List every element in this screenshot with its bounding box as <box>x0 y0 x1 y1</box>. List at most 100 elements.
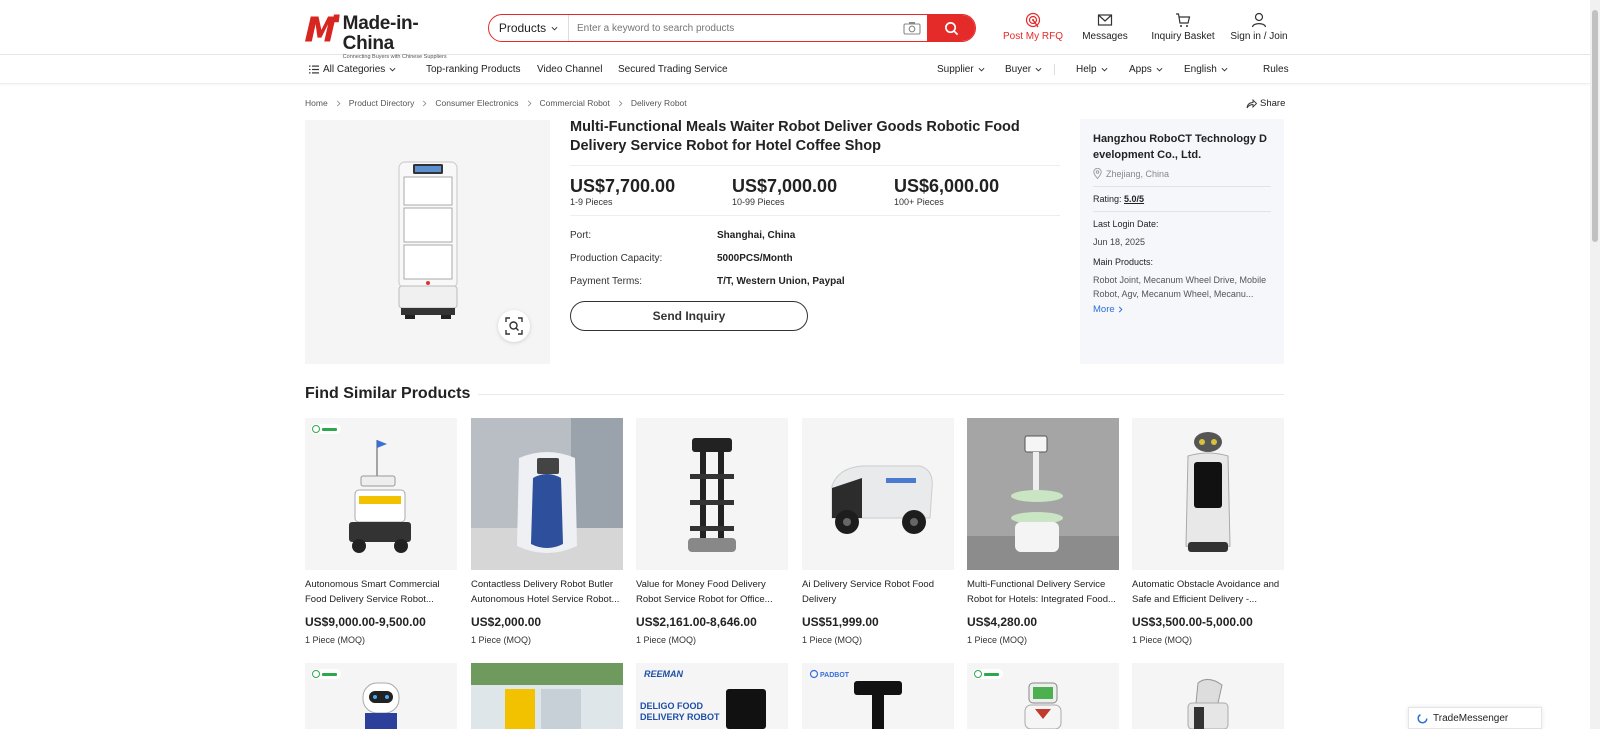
mail-icon <box>1097 14 1113 26</box>
nav-secured-trading[interactable]: Secured Trading Service <box>618 55 728 84</box>
divider <box>1093 211 1271 212</box>
share-label: Share <box>1260 98 1286 109</box>
post-rfq-button[interactable]: Post My RFQ <box>1000 12 1066 46</box>
nav-help-menu[interactable]: Help <box>1076 55 1108 84</box>
chevron-down-icon <box>1156 67 1163 72</box>
similar-products-title: Find Similar Products <box>305 385 471 402</box>
padbot-logo: PADBOT <box>820 672 850 679</box>
camera-icon[interactable] <box>903 21 921 35</box>
card-title[interactable]: Multi-Functional Delivery Service Robot … <box>967 577 1119 607</box>
similar-product-card[interactable]: REEMAN DELIGO FOOD DELIVERY ROBOT <box>636 663 788 729</box>
chevron-right-icon <box>423 100 427 106</box>
logo-title: Made-in-China <box>342 13 419 54</box>
product-thumbnail[interactable] <box>1132 418 1284 570</box>
nav-video-channel[interactable]: Video Channel <box>537 55 602 84</box>
location-pin-icon <box>1093 168 1102 179</box>
nav-top-ranking[interactable]: Top-ranking Products <box>426 55 521 84</box>
image-zoom-button[interactable] <box>498 310 530 342</box>
user-icon <box>1251 12 1267 28</box>
chevron-right-icon <box>336 100 341 106</box>
chevron-down-icon <box>978 67 985 72</box>
card-title[interactable]: Contactless Delivery Robot Butler Autono… <box>471 577 623 607</box>
product-thumbnail[interactable] <box>636 418 788 570</box>
card-moq: 1 Piece (MOQ) <box>967 635 1028 645</box>
product-thumbnail[interactable] <box>471 418 623 570</box>
product-thumbnail[interactable] <box>305 418 457 570</box>
card-title[interactable]: Value for Money Food Delivery Robot Serv… <box>636 577 788 607</box>
breadcrumb-home[interactable]: Home <box>305 98 328 108</box>
spec-row-capacity: Production Capacity: 5000PCS/Month <box>570 247 1060 270</box>
spec-row-payment: Payment Terms: T/T, Western Union, Paypa… <box>570 270 1060 293</box>
divider <box>570 165 1060 166</box>
product-main-image[interactable] <box>305 120 550 364</box>
product-thumbnail[interactable] <box>1132 663 1284 729</box>
search-category-select[interactable]: Products <box>489 15 569 41</box>
inquiry-basket-button[interactable]: Inquiry Basket <box>1144 12 1222 46</box>
breadcrumb-commercial-robot[interactable]: Commercial Robot <box>540 98 610 108</box>
card-title[interactable]: Autonomous Smart Commercial Food Deliver… <box>305 577 457 607</box>
similar-product-card[interactable]: Automatic Obstacle Avoidance and Safe an… <box>1132 418 1284 645</box>
robot-image <box>349 440 411 553</box>
rating-value[interactable]: 5.0/5 <box>1124 194 1144 204</box>
similar-product-card[interactable] <box>967 663 1119 729</box>
similar-product-card[interactable] <box>305 663 457 729</box>
breadcrumb-consumer-electronics[interactable]: Consumer Electronics <box>435 98 518 108</box>
search-bar: Products <box>488 14 976 42</box>
card-price: US$51,999.00 <box>802 615 879 629</box>
price-value: US$7,700.00 <box>570 176 676 196</box>
send-inquiry-button[interactable]: Send Inquiry <box>570 301 808 331</box>
supplier-location-text: Zhejiang, China <box>1106 168 1170 179</box>
similar-product-card[interactable] <box>1132 663 1284 729</box>
sign-in-button[interactable]: Sign in / Join <box>1224 12 1294 46</box>
brand-badge <box>311 669 341 679</box>
trade-messenger-button[interactable]: TradeMessenger <box>1408 707 1542 729</box>
product-thumbnail[interactable] <box>967 663 1119 729</box>
deligo-line-2: DELIVERY ROBOT <box>640 712 720 722</box>
nav-divider <box>1054 64 1055 75</box>
more-link[interactable]: More <box>1093 304 1271 315</box>
similar-product-card[interactable]: Multi-Functional Delivery Service Robot … <box>967 418 1119 645</box>
site-logo[interactable]: Made-in-China Connecting Buyers with Chi… <box>305 14 465 60</box>
nav-apps-menu[interactable]: Apps <box>1129 55 1163 84</box>
chevron-down-icon <box>1035 67 1042 72</box>
divider <box>1093 186 1271 187</box>
supplier-name[interactable]: Hangzhou RoboCT Technology Development C… <box>1093 131 1271 163</box>
nav-language-label: English <box>1184 64 1217 75</box>
product-thumbnail[interactable] <box>802 418 954 570</box>
similar-product-card[interactable]: Contactless Delivery Robot Butler Autono… <box>471 418 623 645</box>
similar-product-card[interactable]: Ai Delivery Service Robot Food Delivery … <box>802 418 954 645</box>
nav-language-menu[interactable]: English <box>1184 55 1228 84</box>
share-button[interactable]: Share <box>1246 98 1285 109</box>
chevron-down-icon <box>389 67 396 72</box>
search-icon <box>944 21 958 35</box>
search-button[interactable] <box>927 15 975 41</box>
more-label: More <box>1093 304 1115 315</box>
card-title[interactable]: Ai Delivery Service Robot Food Delivery <box>802 577 954 607</box>
nav-supplier-menu[interactable]: Supplier <box>937 55 985 84</box>
nav-rules[interactable]: Rules <box>1263 55 1289 84</box>
last-login-value: Jun 18, 2025 <box>1093 237 1146 247</box>
scan-search-icon <box>505 317 523 335</box>
product-thumbnail[interactable]: REEMAN DELIGO FOOD DELIVERY ROBOT <box>636 663 788 729</box>
similar-product-card[interactable]: Autonomous Smart Commercial Food Deliver… <box>305 418 457 645</box>
similar-product-card[interactable]: PADBOT <box>802 663 954 729</box>
similar-product-card[interactable] <box>471 663 623 729</box>
price-value: US$7,000.00 <box>732 176 838 196</box>
all-categories-menu[interactable]: All Categories <box>309 55 396 84</box>
scrollbar-thumb[interactable] <box>1592 10 1598 242</box>
search-input[interactable] <box>569 15 903 41</box>
page-scrollbar[interactable] <box>1590 0 1600 729</box>
card-moq: 1 Piece (MOQ) <box>305 635 366 645</box>
robot-image <box>967 418 1119 570</box>
product-thumbnail[interactable] <box>967 418 1119 570</box>
card-moq: 1 Piece (MOQ) <box>471 635 532 645</box>
product-thumbnail[interactable] <box>471 663 623 729</box>
robot-image <box>471 663 623 729</box>
product-thumbnail[interactable]: PADBOT <box>802 663 954 729</box>
card-title[interactable]: Automatic Obstacle Avoidance and Safe an… <box>1132 577 1284 607</box>
breadcrumb-product-directory[interactable]: Product Directory <box>349 98 415 108</box>
nav-buyer-menu[interactable]: Buyer <box>1005 55 1042 84</box>
product-thumbnail[interactable] <box>305 663 457 729</box>
messages-button[interactable]: Messages <box>1068 12 1142 46</box>
similar-product-card[interactable]: Value for Money Food Delivery Robot Serv… <box>636 418 788 645</box>
